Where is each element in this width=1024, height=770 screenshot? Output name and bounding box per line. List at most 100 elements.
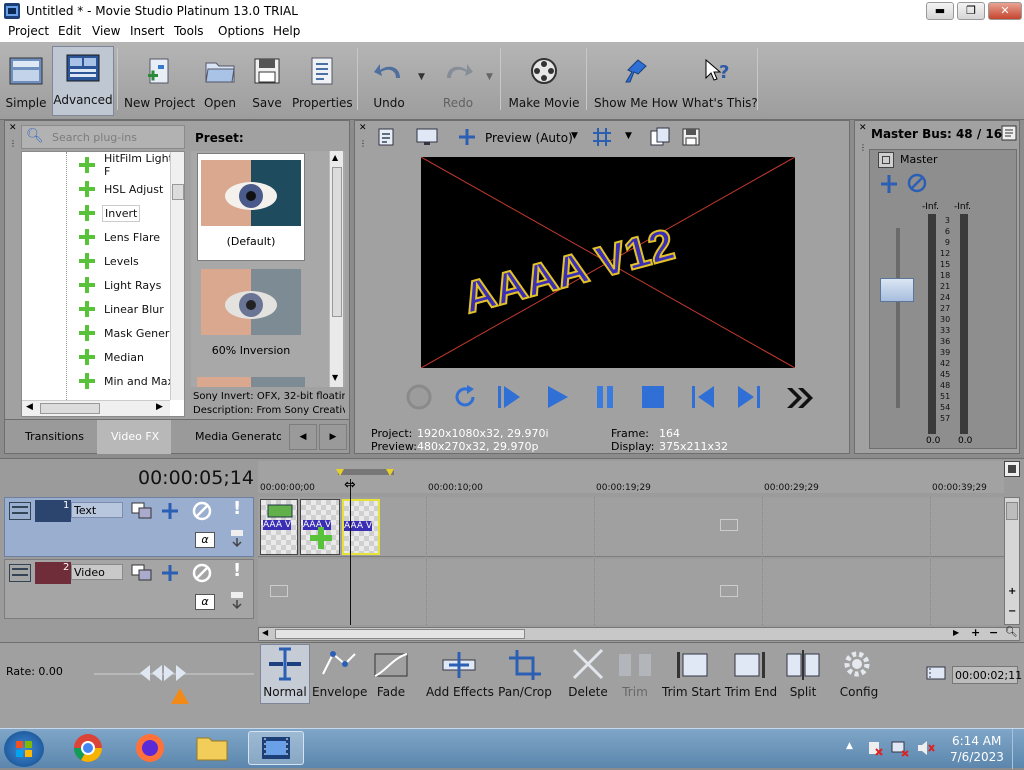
scroll-thumb[interactable] bbox=[40, 403, 100, 414]
split-button[interactable]: Split bbox=[782, 646, 824, 699]
scroll-down-arrow-icon[interactable]: ▼ bbox=[332, 373, 338, 382]
show-desktop-button[interactable] bbox=[1012, 729, 1024, 769]
fade-tool-button[interactable]: Fade bbox=[368, 646, 414, 699]
scroll-right-arrow-icon[interactable]: ▶ bbox=[953, 628, 959, 637]
open-button[interactable]: Open bbox=[198, 50, 242, 116]
panel-grip-icon[interactable]: ⋮ bbox=[359, 139, 367, 148]
zoom-in-icon[interactable]: + bbox=[1008, 586, 1016, 597]
track-minimize-icon[interactable] bbox=[9, 502, 31, 520]
plugin-item-selected[interactable]: Invert bbox=[78, 202, 141, 224]
redo-dropdown-icon[interactable]: ▼ bbox=[486, 72, 493, 82]
simple-button[interactable]: Simple bbox=[4, 50, 48, 116]
delete-button[interactable]: Delete bbox=[566, 646, 610, 699]
external-monitor-icon[interactable] bbox=[415, 127, 439, 149]
clip-fx-icon[interactable] bbox=[267, 504, 293, 518]
plugin-item[interactable]: Lens Flare bbox=[78, 226, 162, 248]
selected-text-clip[interactable]: AAA V bbox=[342, 499, 380, 555]
track-solo-icon[interactable]: ! bbox=[233, 498, 241, 519]
panel-close-icon[interactable]: ✕ bbox=[859, 123, 867, 133]
mixer-properties-icon[interactable] bbox=[1001, 125, 1017, 141]
stop-icon[interactable] bbox=[639, 383, 667, 414]
preset-list[interactable]: (Default) 60% Inversion ▲ ▼ bbox=[191, 151, 345, 387]
preview-canvas[interactable]: AAAA V12 bbox=[421, 157, 795, 368]
track-alpha-icon[interactable]: α bbox=[195, 594, 215, 610]
show-me-how-button[interactable]: Show Me How bbox=[594, 50, 678, 116]
split-screen-icon[interactable] bbox=[455, 127, 479, 149]
track-header-video[interactable]: 2 Video ! α bbox=[4, 559, 254, 619]
scroll-thumb[interactable] bbox=[332, 167, 342, 317]
menu-options[interactable]: Options bbox=[218, 24, 264, 38]
loop-start-marker-icon[interactable] bbox=[336, 469, 346, 477]
file-explorer-taskbar-icon[interactable] bbox=[188, 731, 236, 765]
overlays-dropdown-icon[interactable]: ▼ bbox=[625, 131, 632, 141]
track-lane-text[interactable]: AAA V AAA V AAA V bbox=[258, 497, 1004, 557]
tab-media-generators[interactable]: Media Generators bbox=[195, 430, 281, 443]
panel-close-icon[interactable]: ✕ bbox=[9, 123, 17, 133]
menu-help[interactable]: Help bbox=[273, 24, 300, 38]
normal-tool-button[interactable]: Normal bbox=[260, 646, 310, 699]
master-fader-handle[interactable] bbox=[880, 278, 914, 302]
track-lane-video[interactable] bbox=[258, 559, 1004, 625]
show-hidden-icons-icon[interactable]: ▲ bbox=[846, 741, 853, 751]
make-movie-button[interactable]: Make Movie bbox=[508, 50, 580, 116]
video-output-icon[interactable] bbox=[377, 127, 399, 149]
trim-end-button[interactable]: Trim End bbox=[724, 646, 778, 699]
text-clip[interactable]: AAA V bbox=[300, 499, 340, 555]
plugin-item[interactable]: Linear Blur bbox=[78, 298, 166, 320]
track-level-slider-icon[interactable] bbox=[229, 590, 245, 610]
timeline-vscrollbar[interactable]: + − bbox=[1004, 497, 1020, 625]
preset-vscrollbar[interactable]: ▲ ▼ bbox=[329, 151, 343, 387]
plugin-item[interactable]: Median bbox=[78, 346, 146, 368]
scroll-thumb[interactable] bbox=[172, 184, 184, 200]
compositing-mode-icon[interactable] bbox=[131, 502, 153, 523]
loop-playback-icon[interactable] bbox=[451, 383, 479, 414]
copy-snapshot-icon[interactable] bbox=[649, 127, 671, 149]
add-effects-button[interactable]: Add Effects bbox=[426, 646, 494, 699]
zoom-out-icon[interactable]: − bbox=[1008, 606, 1016, 617]
menu-edit[interactable]: Edit bbox=[58, 24, 81, 38]
tabs-left-arrow-icon[interactable]: ◀ bbox=[289, 424, 317, 450]
properties-button[interactable]: Properties bbox=[292, 50, 353, 116]
action-center-icon[interactable] bbox=[866, 739, 884, 760]
add-transition-plus-icon[interactable] bbox=[309, 526, 333, 550]
new-project-button[interactable]: New Project bbox=[124, 50, 195, 116]
plugin-item[interactable]: HSL Adjust bbox=[78, 178, 165, 200]
whats-this-button[interactable]: ? What's This? bbox=[682, 50, 758, 116]
config-button[interactable]: Config bbox=[836, 646, 882, 699]
timeline-ruler[interactable]: 00:00:00;00 00:00:10;00 00:00:19;29 00:0… bbox=[258, 461, 1004, 493]
scroll-left-arrow-icon[interactable]: ◀ bbox=[262, 628, 268, 637]
pan-crop-button[interactable]: Pan/Crop bbox=[496, 646, 554, 699]
plugin-item[interactable]: HitFilm Light F bbox=[78, 152, 184, 178]
undo-dropdown-icon[interactable]: ▼ bbox=[418, 72, 425, 82]
firefox-taskbar-icon[interactable] bbox=[126, 731, 174, 765]
shuttle-control-icon[interactable] bbox=[140, 663, 186, 686]
timeline-zoom-out-icon[interactable]: − bbox=[989, 626, 998, 639]
envelope-tool-button[interactable]: Envelope bbox=[312, 646, 367, 699]
compositing-mode-icon[interactable] bbox=[131, 564, 153, 585]
tabs-right-arrow-icon[interactable]: ▶ bbox=[319, 424, 347, 450]
play-from-start-icon[interactable] bbox=[495, 383, 523, 414]
track-level-slider-icon[interactable] bbox=[229, 528, 245, 548]
go-to-start-icon[interactable] bbox=[689, 383, 717, 414]
end-timecode-field[interactable]: 00:00:02;11 bbox=[952, 666, 1022, 684]
master-mute-icon[interactable] bbox=[906, 172, 928, 197]
track-mute-icon[interactable] bbox=[191, 500, 213, 525]
minimize-button[interactable]: ▬ bbox=[926, 2, 954, 20]
zoom-tool-icon[interactable]: 🔍︎ bbox=[1005, 627, 1018, 638]
undo-button[interactable]: Undo bbox=[366, 50, 412, 116]
track-minimize-icon[interactable] bbox=[9, 564, 31, 582]
preview-quality-dropdown-icon[interactable]: ▼ bbox=[571, 131, 578, 141]
plugin-search-box[interactable]: 🔍︎ Search plug-ins bbox=[21, 125, 185, 149]
movie-studio-taskbar-icon[interactable] bbox=[248, 731, 304, 765]
track-name-field[interactable]: Video bbox=[71, 564, 123, 580]
overlays-grid-icon[interactable] bbox=[591, 127, 615, 149]
close-button[interactable]: ✕ bbox=[988, 2, 1022, 20]
timeline-zoom-in-icon[interactable]: + bbox=[971, 626, 980, 639]
plugin-item[interactable]: Min and Max bbox=[78, 370, 176, 392]
tab-transitions[interactable]: Transitions bbox=[25, 430, 84, 443]
panel-close-icon[interactable]: ✕ bbox=[359, 123, 367, 133]
scroll-up-arrow-icon[interactable]: ▲ bbox=[332, 153, 338, 162]
start-button-icon[interactable] bbox=[4, 731, 44, 767]
advanced-button[interactable]: Advanced bbox=[52, 46, 114, 116]
track-alpha-icon[interactable]: α bbox=[195, 532, 215, 548]
